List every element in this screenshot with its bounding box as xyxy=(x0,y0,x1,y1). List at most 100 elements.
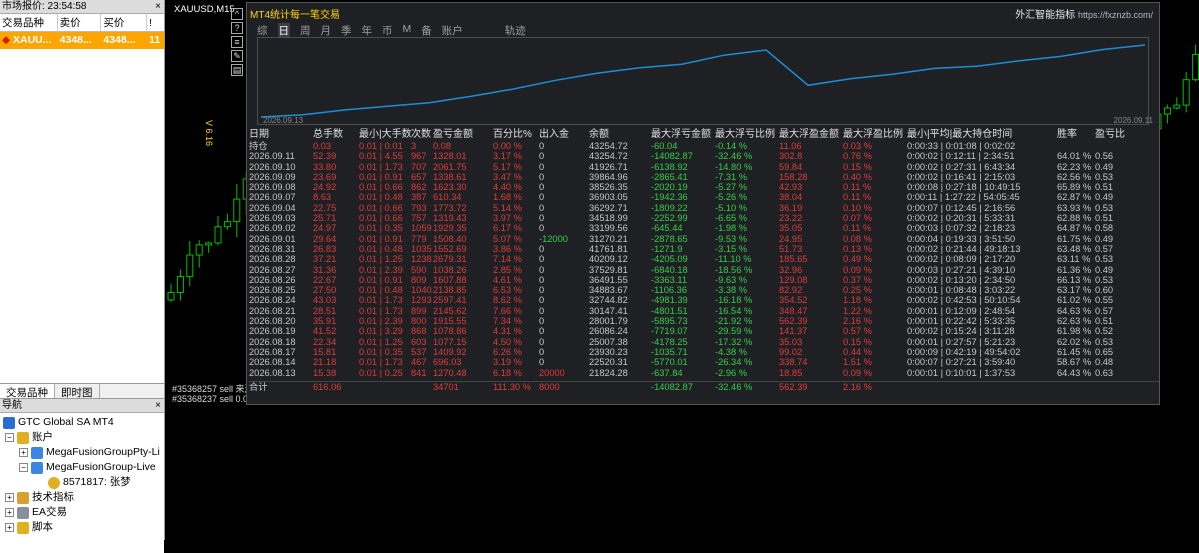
table-cell: 32.96 xyxy=(779,264,803,275)
table-cell: 29.64 xyxy=(313,233,337,244)
close-icon[interactable]: × xyxy=(155,399,161,413)
table-cell: 0:00:02 | 0:16:41 | 2:15:03 xyxy=(907,171,1016,182)
col-spread[interactable]: ! xyxy=(147,14,164,31)
header-cell: 盈亏比 xyxy=(1095,129,1125,140)
nav-item-platform[interactable]: GTC Global SA MT4 xyxy=(0,415,164,430)
table-cell: 37529.81 xyxy=(589,264,628,275)
table-cell: 5.14 % xyxy=(493,202,522,213)
stats-tab[interactable]: 账户 xyxy=(442,23,463,38)
table-row: 持仓 0.03 0.01 | 0.01 3 0.08 0.00 % 0 43254.72 -60… xyxy=(249,141,1159,151)
nav-item-experts[interactable]: + EA交易 xyxy=(0,505,164,520)
table-cell: 21.18 xyxy=(313,357,337,368)
table-cell: 0:00:01 | 0:10:01 | 1:37:53 xyxy=(907,367,1016,378)
nav-item-server-2[interactable]: − MegaFusionGroup-Live xyxy=(0,460,164,475)
table-cell: 0:00:02 | 0:27:31 | 6:43:34 xyxy=(907,161,1016,172)
tab-symbols[interactable]: 交易品种 xyxy=(0,384,55,399)
tab-tick-chart[interactable]: 即时图 xyxy=(55,384,100,399)
table-row: 2026.09.11 52.39 0.01 | 4.55 967 1328.01 3.17… xyxy=(249,151,1159,161)
expand-icon[interactable]: + xyxy=(19,448,28,457)
table-cell: 0.03 % xyxy=(843,141,872,151)
table-cell: 0:00:02 | 0:15:24 | 3:11:28 xyxy=(907,326,1015,337)
stats-tab[interactable]: 币 xyxy=(382,23,393,38)
table-cell: 0:00:02 | 0:20:31 | 5:33:31 xyxy=(907,213,1016,224)
table-cell: 39864.96 xyxy=(589,171,628,182)
table-cell: 0.11 % xyxy=(843,192,872,203)
table-cell: 111.30 % xyxy=(493,381,531,392)
nav-item-scripts[interactable]: + 脚本 xyxy=(0,520,164,535)
table-cell: 0:00:03 | 0:07:32 | 2:18:23 xyxy=(907,223,1016,234)
help-icon[interactable]: ? xyxy=(231,22,243,34)
table-cell: 562.39 xyxy=(779,381,808,392)
table-cell: 348.47 xyxy=(779,305,808,316)
header-cell: 出入金 xyxy=(539,129,569,140)
col-bid[interactable]: 卖价 xyxy=(58,14,102,31)
table-row: 2026.08.25 27.50 0.01 | 0.48 1040 2138.85 6.5… xyxy=(249,285,1159,295)
table-cell: 610.34 xyxy=(433,192,462,203)
expand-icon[interactable]: + xyxy=(5,523,14,532)
candle-body xyxy=(176,276,184,293)
table-cell: 63.93 % xyxy=(1057,202,1092,213)
table-cell: 0:00:09 | 0:42:19 | 49:54:02 xyxy=(907,346,1021,357)
table-cell: -1106.36 xyxy=(651,285,688,296)
nav-item-server-1[interactable]: + MegaFusionGroupPty-Li xyxy=(0,445,164,460)
stats-tab[interactable]: 年 xyxy=(362,23,373,38)
table-cell: 2026.09.10 xyxy=(249,161,296,172)
stats-tab[interactable]: 备 xyxy=(421,23,432,38)
stats-tab[interactable]: 季 xyxy=(341,23,352,38)
table-cell: 4.31 % xyxy=(493,326,522,337)
table-cell: 0:00:02 | 0:13:20 | 2:34:50 xyxy=(907,274,1016,285)
table-cell: 899 xyxy=(411,305,427,316)
close-icon[interactable]: × xyxy=(155,0,161,14)
stats-tab[interactable]: 月 xyxy=(321,23,332,38)
edit-icon[interactable]: ✎ xyxy=(231,50,243,62)
table-cell: -16.54 % xyxy=(715,305,753,316)
table-cell: 66.13 % xyxy=(1057,274,1092,285)
server-icon xyxy=(31,446,43,459)
col-ask[interactable]: 买价 xyxy=(101,14,148,31)
table-cell: 0.11 % xyxy=(843,223,872,234)
table-cell: 158.28 xyxy=(779,171,808,182)
table-cell: 1.51 % xyxy=(843,357,872,368)
table-cell: 64.63 % xyxy=(1057,305,1092,316)
table-cell: -2252.99 xyxy=(651,213,688,224)
stats-tab[interactable]: M xyxy=(403,23,412,38)
collapse-icon[interactable]: − xyxy=(5,433,14,442)
stats-tab[interactable]: 周 xyxy=(300,23,311,38)
bid-cell: 4348... xyxy=(59,34,92,46)
table-cell: 0.52 xyxy=(1095,326,1114,337)
brand[interactable]: 外汇智能指标 https://fxznzb.com/ xyxy=(1015,6,1153,21)
equity-start-date: 2026.09.13 xyxy=(263,116,304,125)
list-icon[interactable]: ≡ xyxy=(231,36,243,48)
nav-item-account[interactable]: 8571817: 张梦 xyxy=(0,475,164,490)
table-row: 2026.08.13 15.38 0.01 | 0.25 841 1270.48 6.18… xyxy=(249,368,1159,378)
table-cell: 1038.26 xyxy=(433,264,467,275)
table-cell: -14.80 % xyxy=(715,161,753,172)
table-cell: 0.44 % xyxy=(843,346,872,357)
table-cell: 0 xyxy=(539,243,545,254)
table-cell: 0.15 % xyxy=(843,161,872,172)
expand-icon[interactable]: + xyxy=(5,508,14,517)
table-cell: -18.56 % xyxy=(715,264,753,275)
table-cell: 2026.08.27 xyxy=(249,264,296,275)
table-cell: 43.03 xyxy=(313,295,337,306)
panel-icon[interactable]: ▤ xyxy=(231,64,243,76)
market-watch-row[interactable]: ◆ XAUU... 4348... 4348... 11 xyxy=(0,32,164,49)
collapse-icon[interactable]: − xyxy=(19,463,28,472)
col-symbol[interactable]: 交易品种 xyxy=(0,14,58,31)
stats-tab[interactable]: 轨迹 xyxy=(505,23,526,38)
table-cell: -32.46 % xyxy=(715,151,753,162)
expand-icon[interactable]: + xyxy=(5,493,14,502)
table-cell: 0.55 xyxy=(1095,295,1114,306)
market-watch-tabs: 交易品种 即时图 xyxy=(0,383,164,399)
nav-item-accounts[interactable]: − 账户 xyxy=(0,430,164,445)
table-cell: -4981.39 xyxy=(651,295,688,306)
stats-tab[interactable]: 日 xyxy=(277,23,290,38)
table-cell: 0 xyxy=(539,274,545,285)
table-cell: 129.08 xyxy=(779,274,808,285)
table-cell: 0.49 xyxy=(1095,192,1114,203)
nav-item-indicators[interactable]: + 技术指标 xyxy=(0,490,164,505)
table-row: 2026.08.31 26.83 0.01 | 0.48 1035 1552.69 3.8… xyxy=(249,244,1159,254)
stats-tab[interactable]: 综 xyxy=(257,23,268,38)
table-cell: 5.07 % xyxy=(493,233,522,244)
scroll-up-icon[interactable]: ^ xyxy=(231,8,243,20)
